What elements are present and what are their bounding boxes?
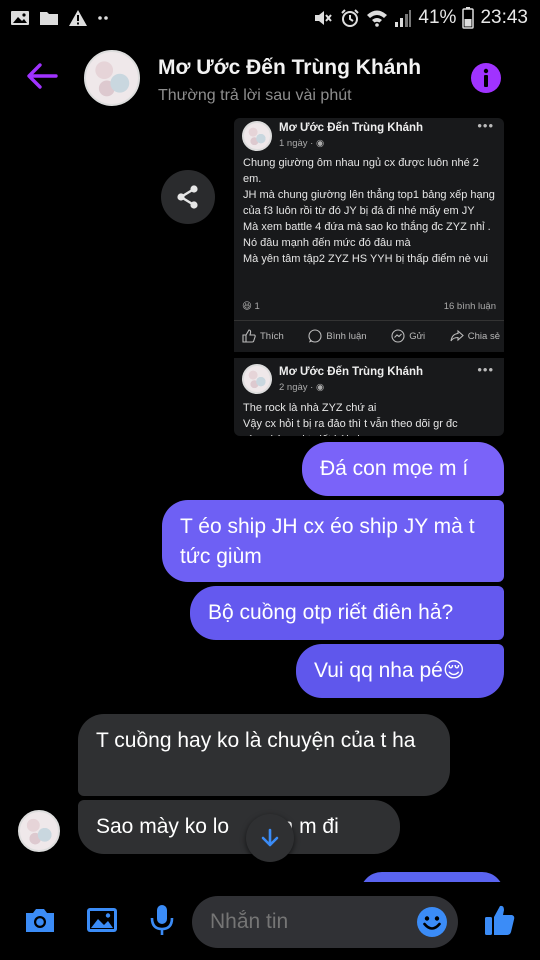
outgoing-message[interactable]: Vui qq nha pé😌 [296,644,504,698]
thumbs-up-outline-icon [242,329,256,343]
shared-post-card[interactable]: Mơ Ước Đến Trùng Khánh 1 ngày · ◉ ••• Ch… [234,118,504,436]
folder-icon [40,12,58,25]
mute-icon [315,11,333,25]
back-arrow-icon[interactable] [24,58,60,94]
wifi-icon [367,10,388,27]
share-arrow-icon [450,329,464,342]
alarm-icon [341,9,360,27]
post-actions: Thích Bình luận Gửi Chia sẻ [242,329,500,343]
reaction-count: 1 [254,301,260,312]
globe-icon: ◉ [315,382,325,393]
warning-icon [69,10,87,26]
status-bar-notifications [10,9,115,27]
incoming-message[interactable]: T cuồng hay ko là chuyện của t ha [78,714,450,796]
post-author-avatar [242,121,272,151]
comment-count: 16 bình luận [443,301,496,312]
status-bar-system: 41% 23:43 [312,7,528,29]
arrow-down-icon [261,828,279,847]
battery-percent: 41% [418,7,457,28]
post-reactions: 😆 1 [242,301,260,312]
post-stats: 😆 1 16 bình luận [242,301,496,312]
post-time: 2 ngày · ◉ [279,382,324,393]
shared-post: Mơ Ước Đến Trùng Khánh 1 ngày · ◉ ••• Ch… [234,118,504,352]
message-box [192,896,458,948]
send-label: Gửi [409,330,426,342]
more-dots-icon [98,16,108,20]
microphone-icon [150,905,174,935]
like-label: Thích [260,330,284,342]
globe-icon: ◉ [315,138,325,149]
like-button[interactable] [482,902,518,938]
post-separator [234,320,504,321]
post-options-icon[interactable]: ••• [477,118,494,133]
composer-bar [0,882,540,960]
comment-label: Bình luận [326,330,367,342]
post-author-name: Mơ Ước Đến Trùng Khánh [279,366,424,378]
sender-avatar[interactable] [18,810,60,852]
post-author-name: Mơ Ước Đến Trùng Khánh [279,122,424,134]
outgoing-message[interactable]: Đá con mọe m í [302,442,504,496]
like-icon [485,905,515,935]
incoming-message[interactable]: Sao mày ko lo em m đi [78,800,400,854]
share-action[interactable]: Chia sẻ [450,329,500,343]
status-bar: 41% 23:43 [0,0,540,36]
message-input[interactable] [210,910,410,934]
signal-icon [395,10,412,27]
image-icon [11,11,29,25]
voice-button[interactable] [144,902,180,938]
scroll-to-bottom-button[interactable] [246,814,294,862]
gallery-button[interactable] [84,902,120,938]
outgoing-message[interactable]: Bộ cuồng otp riết điên hả? [190,586,504,640]
contact-name[interactable]: Mơ Ước Đến Trùng Khánh [158,56,421,80]
share-label: Chia sẻ [467,330,500,342]
comment-action[interactable]: Bình luận [308,329,367,343]
camera-icon [26,909,54,932]
messenger-icon [391,329,405,343]
post-time-label: 1 ngày · [279,138,314,149]
post-time-label: 2 ngày · [279,382,314,393]
post-author-avatar [242,364,272,394]
gallery-icon [87,908,117,932]
post-time: 1 ngày · ◉ [279,138,324,149]
contact-status: Thường trả lời sau vài phút [158,87,352,104]
camera-button[interactable] [22,902,58,938]
send-action[interactable]: Gửi [391,329,425,343]
comment-icon [308,329,322,343]
post-body: The rock là nhà ZYZ chứ ai Vậy cx hỏi t … [243,402,458,436]
emoji-icon[interactable] [416,906,448,938]
outgoing-message[interactable]: T éo ship JH cx éo ship JY mà t tức giùm [162,500,504,582]
share-icon [177,185,198,209]
info-icon[interactable] [470,62,502,94]
share-button[interactable] [161,170,215,224]
post-body: Chung giường ôm nhau ngủ cx được luôn nh… [243,157,495,265]
post-options-icon[interactable]: ••• [477,362,494,377]
haha-reaction-icon: 😆 [242,301,252,312]
shared-post: Mơ Ước Đến Trùng Khánh 2 ngày · ◉ ••• Th… [234,358,504,436]
battery-icon [462,7,475,29]
contact-avatar[interactable] [84,50,140,106]
like-action[interactable]: Thích [242,329,284,343]
clock: 23:43 [480,7,528,28]
conversation-header: Mơ Ước Đến Trùng Khánh Thường trả lời sa… [0,38,540,118]
